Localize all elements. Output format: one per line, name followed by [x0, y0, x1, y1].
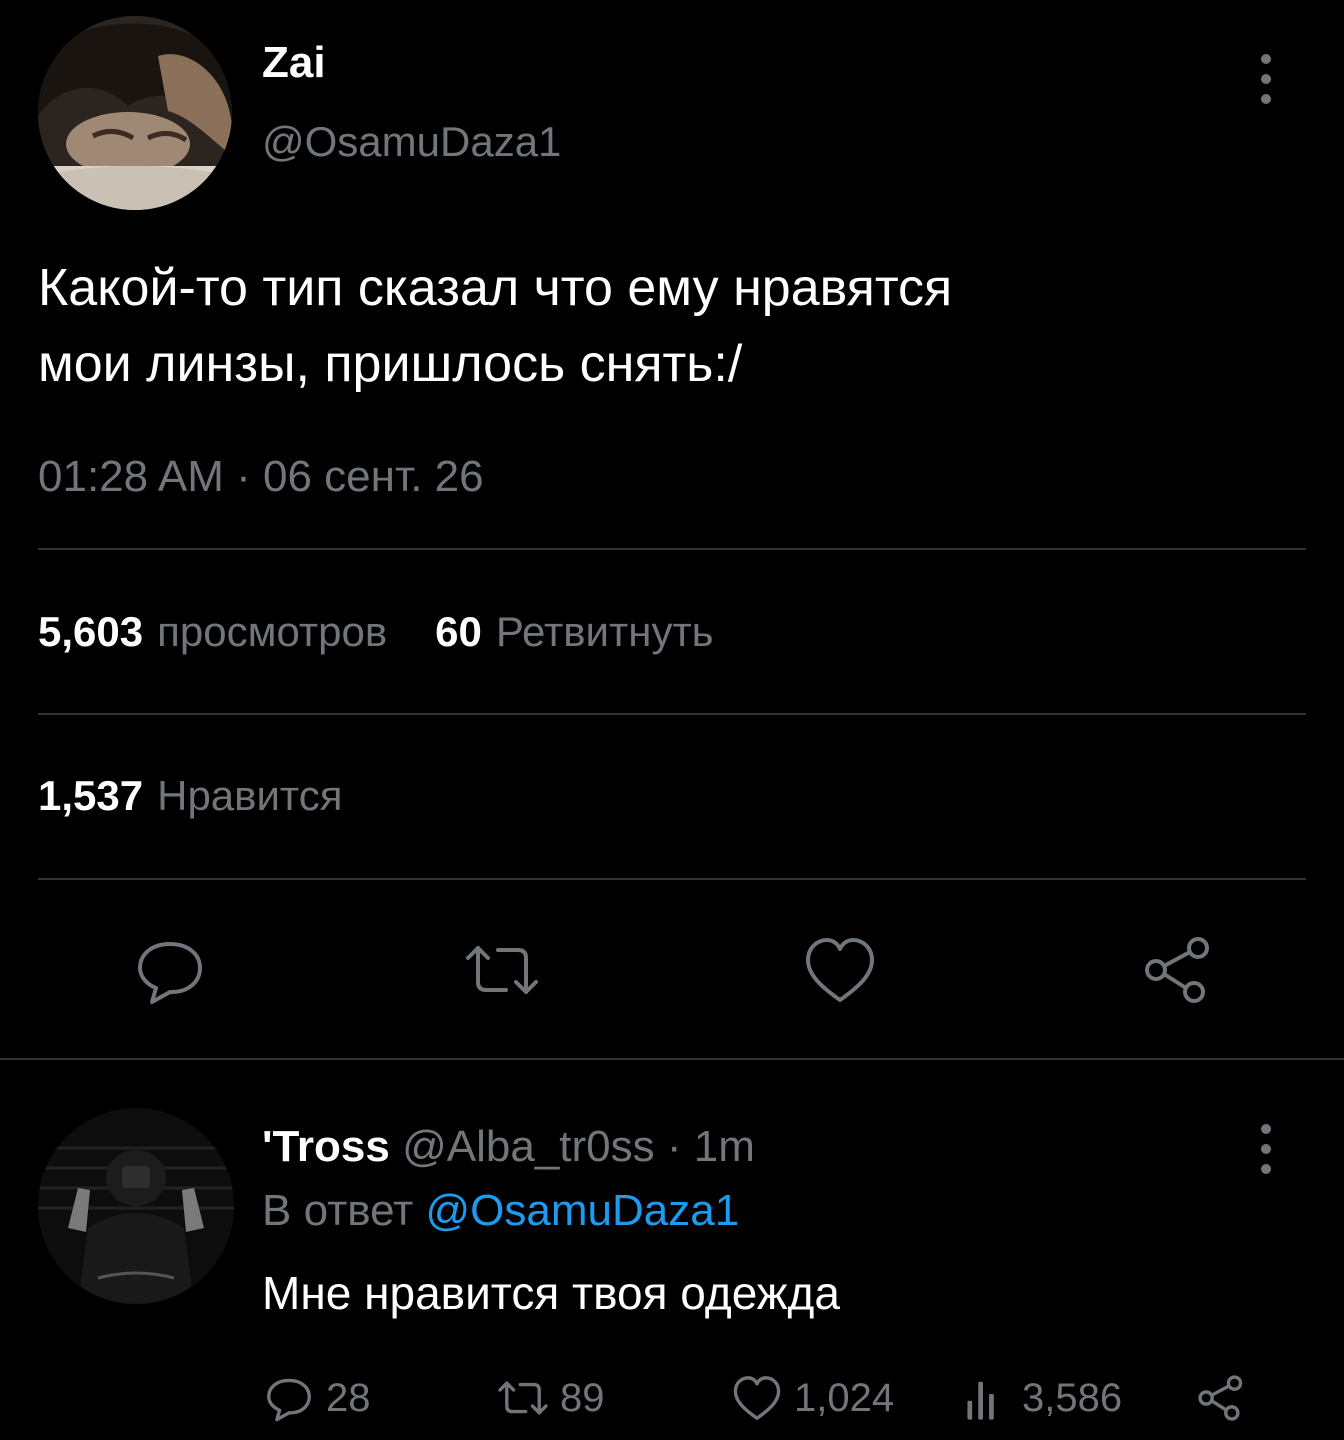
likes-label[interactable]: Нравится: [157, 772, 342, 820]
tweet-timestamp[interactable]: 01:28 AM · 06 сент. 26: [38, 452, 484, 502]
likes-row[interactable]: 1,537 Нравится: [38, 772, 390, 820]
stats-row: 5,603 просмотров 60 Ретвитнуть: [38, 608, 762, 656]
reply-author-avatar[interactable]: [38, 1108, 234, 1304]
reply-time: · 1m: [654, 1122, 755, 1171]
reply-text: Мне нравится твоя одежда: [262, 1267, 840, 1319]
views-count: 3,586: [1022, 1375, 1123, 1420]
like-icon: [733, 1376, 781, 1420]
author-display-name[interactable]: Zai: [262, 38, 326, 88]
reply-count: 28: [326, 1375, 371, 1420]
likes-count[interactable]: 1,537: [38, 772, 143, 820]
reply-author-name[interactable]: 'Tross: [262, 1122, 390, 1171]
reply-action-bar: 28 89 1,024 3,586: [0, 1368, 1344, 1428]
reply-views-button[interactable]: 3,586: [958, 1368, 1122, 1428]
reply-more-options-icon[interactable]: [1252, 1124, 1280, 1174]
retweets-count[interactable]: 60: [435, 608, 482, 656]
divider: [38, 878, 1306, 880]
retweet-count: 89: [560, 1375, 605, 1420]
tweet-text: Какой-то тип сказал что ему нравятся мои…: [38, 259, 953, 393]
reply-to-prefix: В ответ: [262, 1186, 426, 1235]
reply-like-button[interactable]: 1,024: [730, 1368, 894, 1428]
divider: [38, 713, 1306, 715]
author-avatar[interactable]: [38, 16, 232, 210]
reply-header: 'Tross @Alba_tr0ss · 1m: [262, 1122, 755, 1172]
reply-to-line: В ответ @OsamuDaza1: [262, 1186, 739, 1236]
reply-icon: [267, 1378, 311, 1422]
tweet-detail-page: Zai @OsamuDaza1 Какой-то тип сказал что …: [0, 0, 1344, 1440]
reply-author-handle[interactable]: @Alba_tr0ss: [402, 1122, 655, 1171]
like-count: 1,024: [794, 1375, 895, 1420]
reply-icon[interactable]: [130, 930, 210, 1010]
share-icon: [1198, 1375, 1243, 1421]
more-options-icon[interactable]: [1252, 54, 1280, 104]
retweets-label[interactable]: Ретвитнуть: [496, 608, 714, 656]
like-icon[interactable]: [800, 930, 880, 1010]
views-icon: [967, 1381, 994, 1420]
views-count: 5,603: [38, 608, 144, 655]
reply-retweet-button[interactable]: 89: [496, 1368, 605, 1428]
share-icon[interactable]: [1138, 930, 1218, 1010]
reply-reply-button[interactable]: 28: [262, 1368, 371, 1428]
retweet-icon: [498, 1381, 548, 1415]
retweet-icon[interactable]: [462, 930, 542, 1010]
views-label: просмотров: [157, 608, 388, 655]
divider: [0, 1058, 1344, 1060]
reply-share-button[interactable]: [1194, 1368, 1258, 1428]
tweet-action-bar: [0, 930, 1344, 1010]
reply-to-mention[interactable]: @OsamuDaza1: [426, 1186, 740, 1235]
divider: [38, 548, 1306, 550]
author-handle[interactable]: @OsamuDaza1: [262, 118, 561, 166]
